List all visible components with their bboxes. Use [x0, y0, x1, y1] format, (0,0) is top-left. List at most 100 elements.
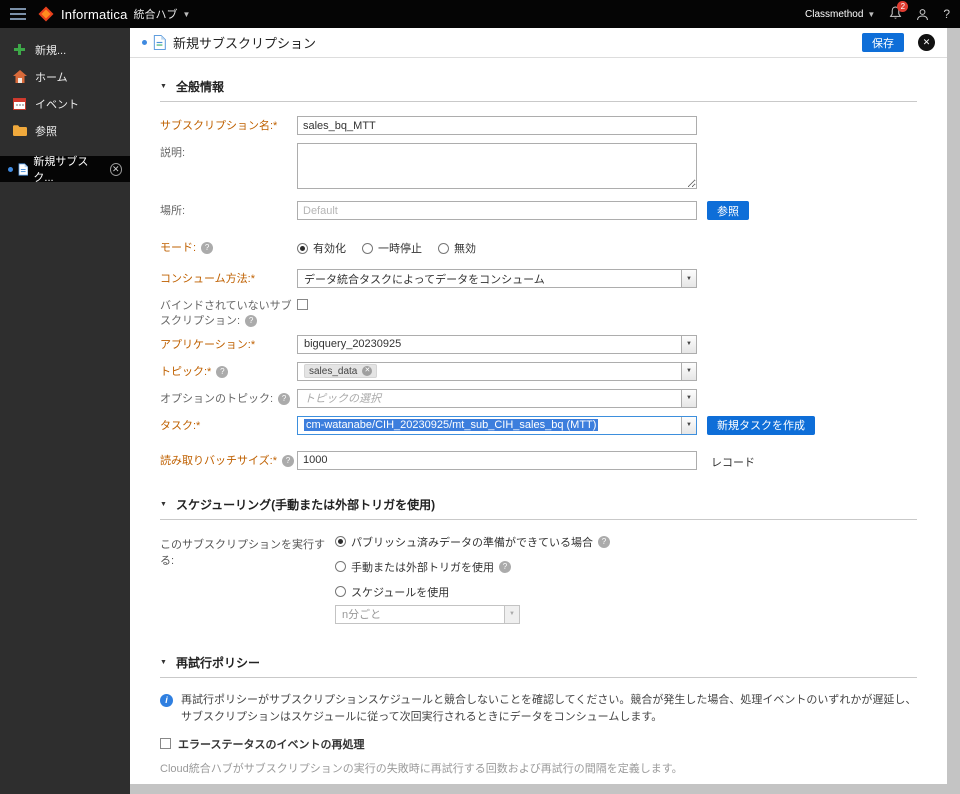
optional-topic-label: オプションのトピック:?	[160, 389, 297, 407]
mode-label: モード:?	[160, 238, 297, 256]
unsaved-dot	[142, 40, 147, 45]
batch-size-unit: レコード	[711, 456, 755, 469]
help-icon[interactable]: ?	[201, 242, 214, 255]
consume-label: コンシューム方法:*	[160, 273, 256, 285]
document-icon	[153, 35, 166, 50]
main-panel: 新規サブスクリプション 保存 ✕ ▼ 全般情報 サブスクリプション名:* 説明:…	[130, 28, 947, 784]
help-icon[interactable]: ?	[499, 560, 511, 573]
description-label: 説明:	[160, 147, 186, 159]
account-menu[interactable]: Classmethod ▼	[805, 9, 875, 20]
section-general[interactable]: ▼ 全般情報	[160, 78, 917, 95]
radio-on-published-data[interactable]: パブリッシュ済みデータの準備ができている場合?	[335, 534, 610, 550]
dropdown-arrow-icon[interactable]: ▼	[681, 389, 696, 407]
radio-icon[interactable]	[362, 242, 373, 254]
topic-label: トピック:*?	[160, 362, 297, 380]
subscription-name-input[interactable]	[297, 116, 697, 135]
radio-manual-trigger[interactable]: 手動または外部トリガを使用?	[335, 559, 610, 575]
run-when-label: このサブスクリプションを実行する:	[160, 538, 325, 567]
help-icon[interactable]: ?	[598, 535, 610, 548]
dropdown-arrow-icon: ▼	[504, 605, 519, 623]
radio-enabled[interactable]: 有効化	[297, 240, 346, 256]
location-input[interactable]	[297, 201, 697, 220]
application-label: アプリケーション:*	[160, 338, 256, 351]
sidebar-item-home[interactable]: ホーム	[0, 63, 130, 90]
radio-icon[interactable]	[335, 586, 346, 598]
collapse-triangle-icon[interactable]: ▼	[160, 83, 167, 90]
radio-disabled[interactable]: 無効	[438, 240, 476, 256]
tab-label: 新規サブスク...	[33, 156, 89, 184]
plus-icon	[12, 43, 27, 56]
page-title: 新規サブスクリプション	[173, 36, 317, 51]
help-icon[interactable]: ?	[245, 314, 258, 327]
consume-method-select[interactable]: データ統合タスクによってデータをコンシューム ▼	[297, 269, 697, 288]
radio-icon[interactable]	[438, 242, 449, 254]
task-label: タスク:*	[160, 419, 201, 432]
batch-size-input[interactable]	[297, 450, 697, 470]
sidebar-item-new[interactable]: 新規...	[0, 36, 130, 63]
reprocess-checkbox[interactable]	[160, 738, 171, 750]
dropdown-arrow-icon[interactable]: ▼	[681, 335, 696, 353]
divider	[160, 676, 917, 678]
section-title: 全般情報	[175, 80, 224, 94]
menu-icon[interactable]	[10, 8, 26, 20]
location-label: 場所:	[160, 205, 186, 217]
divider	[160, 518, 917, 520]
notification-badge: 2	[897, 0, 909, 12]
page-header: 新規サブスクリプション 保存 ✕	[130, 28, 947, 58]
sidebar-item-browse[interactable]: 参照	[0, 117, 130, 144]
sidebar-item-label: ホーム	[35, 71, 68, 84]
remove-tag-icon[interactable]: ✕	[362, 366, 373, 377]
radio-icon[interactable]	[335, 536, 346, 548]
optional-topic-select[interactable]: トピックの選択 ▼	[297, 388, 697, 408]
topic-tag: sales_data ✕	[304, 364, 378, 379]
mode-radio-group: 有効化 一時停止 無効	[297, 238, 492, 256]
reprocess-row: エラーステータスのイベントの再処理	[160, 736, 917, 752]
section-title: 再試行ポリシー	[175, 655, 260, 670]
dropdown-arrow-icon[interactable]: ▼	[681, 270, 696, 287]
home-icon	[12, 70, 27, 83]
reprocess-label: エラーステータスのイベントの再処理	[178, 738, 365, 751]
help-icon[interactable]: ?	[282, 454, 295, 467]
retry-info: i 再試行ポリシーがサブスクリプションスケジュールと競合しないことを確認してくだ…	[160, 692, 917, 727]
section-retry-policy[interactable]: ▼ 再試行ポリシー	[160, 654, 917, 671]
close-tab-icon[interactable]: ✕	[109, 162, 123, 176]
close-button[interactable]: ✕	[918, 34, 935, 51]
create-task-button[interactable]: 新規タスクを作成	[707, 415, 815, 435]
dropdown-arrow-icon[interactable]: ▼	[681, 416, 696, 434]
product-name: 統合ハブ	[133, 9, 178, 21]
folder-icon	[12, 125, 27, 136]
notifications-bell-icon[interactable]: 2	[889, 0, 909, 23]
application-select[interactable]: bigquery_20230925 ▼	[297, 334, 697, 354]
browse-button[interactable]: 参照	[707, 201, 749, 220]
collapse-triangle-icon[interactable]: ▼	[160, 659, 167, 666]
topbar: Informatica 統合ハブ ▼ Classmethod ▼ 2 ?	[0, 0, 960, 28]
help-icon[interactable]: ?	[943, 7, 950, 21]
unbound-checkbox[interactable]	[297, 299, 308, 310]
radio-paused[interactable]: 一時停止	[362, 240, 422, 256]
radio-use-schedule[interactable]: スケジュールを使用	[335, 584, 610, 600]
section-scheduling[interactable]: ▼ スケジューリング(手動または外部トリガを使用)	[160, 496, 917, 513]
name-label: サブスクリプション名:*	[160, 120, 278, 132]
sidebar: 新規... ホーム イベント 参照 新規サブスク... ✕	[0, 28, 130, 794]
dropdown-arrow-icon[interactable]: ▼	[681, 362, 696, 380]
user-icon[interactable]	[916, 8, 929, 21]
radio-icon[interactable]	[297, 242, 308, 254]
help-icon[interactable]: ?	[216, 365, 229, 378]
collapse-triangle-icon[interactable]: ▼	[160, 501, 167, 508]
sidebar-item-label: 新規...	[35, 44, 67, 57]
help-icon[interactable]: ?	[278, 392, 291, 405]
form-area: ▼ 全般情報 サブスクリプション名:* 説明: 場所: 参照 モード:? 有効	[130, 58, 947, 784]
schedule-select: n分ごと ▼	[335, 604, 520, 624]
informatica-logo	[38, 6, 54, 22]
chevron-down-icon: ▼	[867, 9, 876, 19]
sidebar-item-events[interactable]: イベント	[0, 90, 130, 117]
save-button[interactable]: 保存	[862, 33, 904, 52]
calendar-icon	[12, 97, 27, 110]
task-select[interactable]: cm-watanabe/CIH_20230925/mt_sub_CIH_sale…	[297, 415, 697, 435]
topic-select[interactable]: sales_data ✕ ▼	[297, 361, 697, 381]
description-textarea[interactable]	[297, 143, 697, 189]
unsaved-dot	[8, 166, 13, 172]
chevron-down-icon[interactable]: ▼	[183, 10, 191, 19]
radio-icon[interactable]	[335, 561, 346, 573]
sidebar-tab-new-subscription[interactable]: 新規サブスク... ✕	[0, 156, 130, 184]
